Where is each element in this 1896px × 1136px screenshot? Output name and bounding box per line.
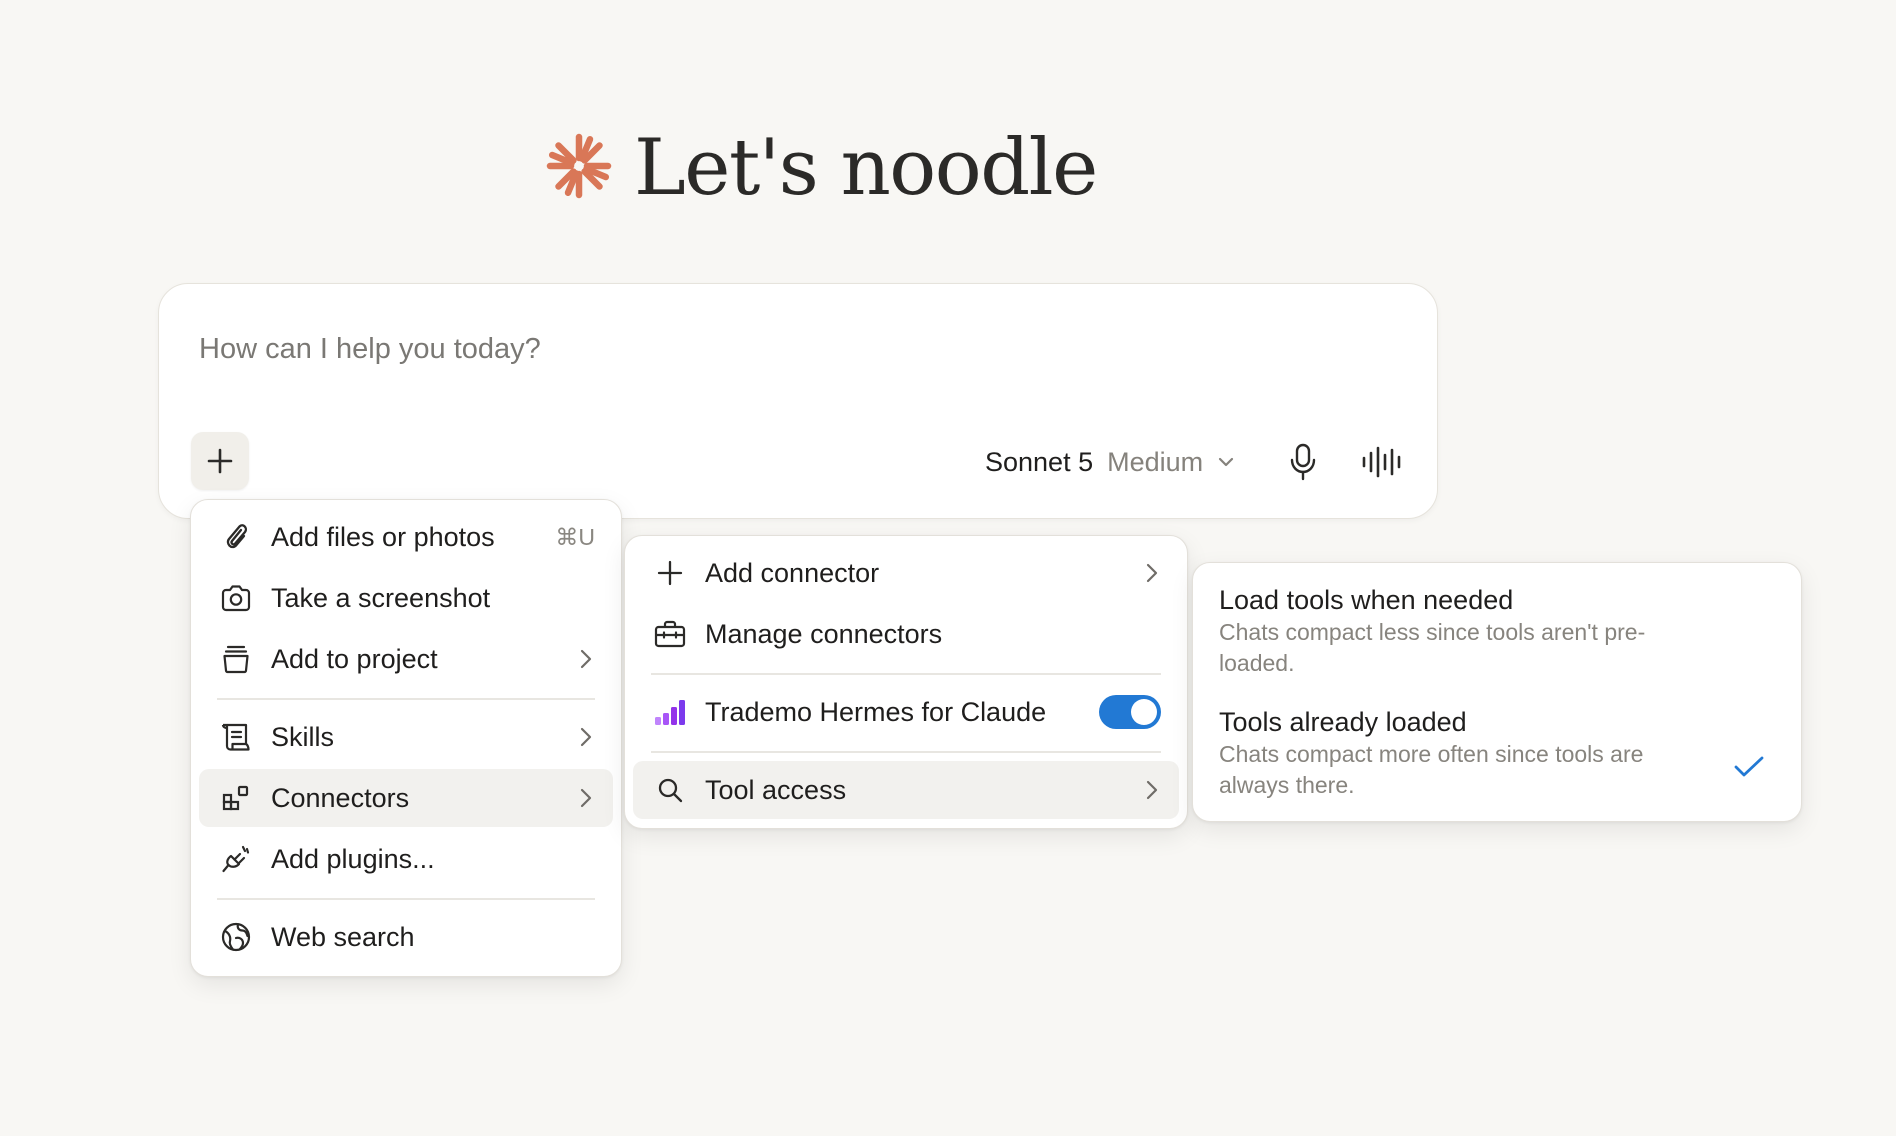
option-title: Load tools when needed (1219, 585, 1514, 615)
sound-wave-icon (1362, 446, 1401, 478)
menu-item-label: Skills (271, 721, 335, 752)
menu-divider (217, 898, 595, 900)
toolbox-icon (653, 617, 687, 651)
menu-item-manage-connectors[interactable]: Manage connectors (633, 605, 1179, 663)
camera-icon (219, 581, 253, 615)
menu-item-label: Web search (271, 921, 415, 952)
project-box-icon (219, 642, 253, 676)
menu-item-label: Take a screenshot (271, 582, 491, 613)
menu-item-label: Tool access (705, 774, 847, 805)
menu-item-add-to-project[interactable]: Add to project (199, 630, 613, 688)
composer: Sonnet 5 Medium (158, 283, 1438, 519)
globe-icon (219, 920, 253, 954)
menu-item-label: Add connector (705, 557, 880, 588)
menu-item-tool-access[interactable]: Tool access (633, 761, 1179, 819)
add-content-button[interactable] (191, 432, 249, 490)
voice-mode-button[interactable] (1359, 440, 1407, 484)
menu-item-label: Add to project (271, 643, 438, 674)
tool-option-already-loaded[interactable]: Tools already loaded Chats compact more … (1219, 705, 1775, 801)
menu-item-add-plugins[interactable]: Add plugins... (199, 830, 613, 888)
plug-icon (219, 842, 253, 876)
menu-divider (651, 673, 1161, 675)
claude-logo-icon (546, 133, 612, 204)
search-icon (653, 773, 687, 807)
menu-item-label: Add plugins... (271, 843, 435, 874)
attach-menu: Add files or photos ⌘U Take a screenshot (190, 499, 622, 977)
bar-chart-icon (653, 695, 687, 729)
menu-divider (651, 751, 1161, 753)
microphone-button[interactable] (1281, 440, 1325, 484)
connector-toggle[interactable] (1099, 695, 1161, 729)
plus-icon (207, 448, 233, 474)
prompt-input[interactable] (197, 324, 1101, 374)
model-effort: Medium (1107, 446, 1204, 477)
chevron-right-icon (579, 648, 593, 670)
chevron-right-icon (579, 787, 593, 809)
option-description: Chats compact less since tools aren't pr… (1219, 619, 1646, 676)
greeting: Let's noodle (546, 118, 1098, 218)
option-description: Chats compact more often since tools are… (1219, 741, 1644, 798)
app-stage: Let's noodle Sonnet 5 Medium (0, 0, 1896, 1136)
microphone-icon (1290, 443, 1316, 481)
paperclip-icon (219, 520, 253, 554)
menu-item-label: Add files or photos (271, 521, 495, 552)
chevron-right-icon (1145, 562, 1159, 584)
menu-item-web-search[interactable]: Web search (199, 908, 613, 966)
chevron-right-icon (1145, 779, 1159, 801)
greeting-title: Let's noodle (634, 123, 1098, 213)
model-name: Sonnet 5 (985, 446, 1094, 477)
scroll-icon (219, 720, 253, 754)
tool-access-submenu: Load tools when needed Chats compact les… (1192, 562, 1802, 822)
menu-divider (217, 698, 595, 700)
connector-row-trademo-hermes: Trademo Hermes for Claude (633, 683, 1179, 741)
menu-item-add-connector[interactable]: Add connector (633, 544, 1179, 602)
plus-icon (653, 556, 687, 590)
connectors-submenu: Add connector Manage connectors Trademo … (624, 535, 1188, 829)
menu-item-label: Manage connectors (705, 618, 943, 649)
menu-item-label: Connectors (271, 782, 410, 813)
model-selector[interactable]: Sonnet 5 Medium (985, 438, 1235, 486)
connectors-icon (219, 781, 253, 815)
chevron-down-icon (1219, 457, 1234, 467)
menu-item-skills[interactable]: Skills (199, 708, 613, 766)
tool-option-load-when-needed[interactable]: Load tools when needed Chats compact les… (1219, 583, 1775, 679)
menu-item-label: Trademo Hermes for Claude (705, 696, 1047, 727)
menu-item-add-files[interactable]: Add files or photos ⌘U (199, 508, 613, 566)
option-title: Tools already loaded (1219, 707, 1467, 737)
toggle-knob (1131, 699, 1157, 725)
keyboard-shortcut: ⌘U (555, 523, 595, 550)
checkmark-icon (1733, 755, 1765, 784)
menu-item-connectors[interactable]: Connectors (199, 769, 613, 827)
chevron-right-icon (579, 726, 593, 748)
menu-item-take-screenshot[interactable]: Take a screenshot (199, 569, 613, 627)
